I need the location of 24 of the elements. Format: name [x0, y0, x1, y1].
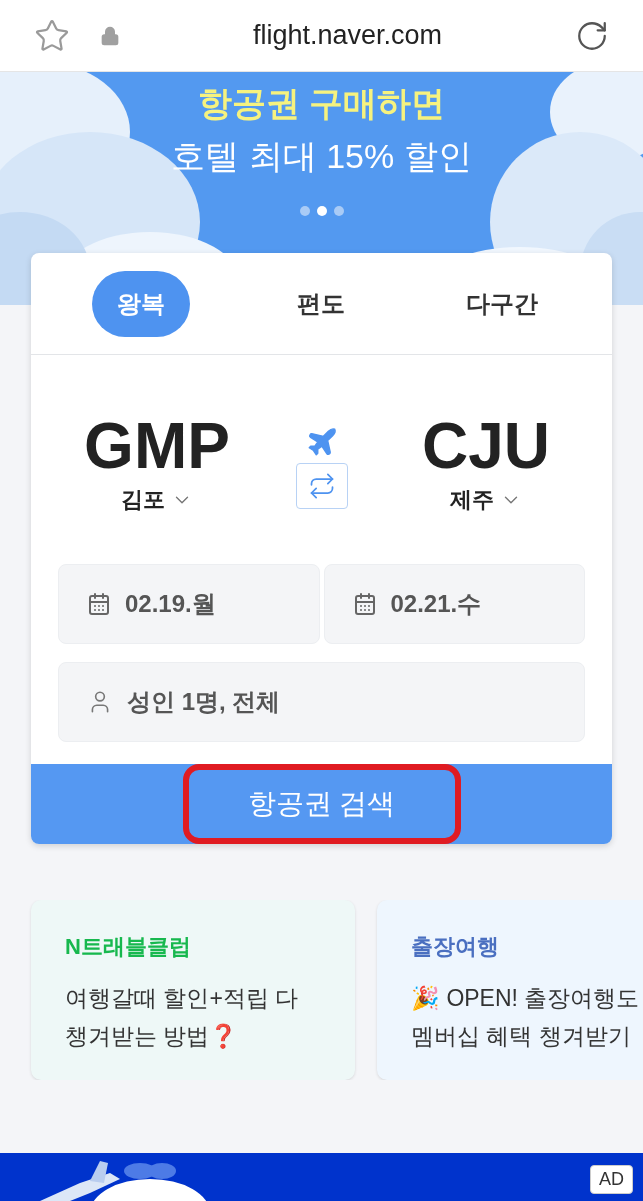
airport-code[interactable]: GMP [84, 411, 230, 481]
passenger-field[interactable]: 성인 1명, 전체 [58, 662, 585, 742]
lock-icon [100, 25, 120, 46]
promo-title: 출장여행 [411, 933, 500, 961]
swap-button[interactable] [295, 463, 348, 509]
trip-type-tab[interactable]: 편도 [272, 270, 371, 337]
trip-type-tab[interactable]: 다구간 [452, 270, 551, 337]
promo-text: 🎉 OPEN! 출장여행도 멤버십 혜택 챙겨받기 [411, 984, 641, 1051]
date-field[interactable]: 02.19.월 [58, 564, 320, 644]
banner-subline: 호텔 최대 15% 할인 [171, 136, 472, 177]
city-selector[interactable]: 김포 [121, 483, 193, 516]
calendar-icon [352, 592, 377, 616]
date-field[interactable]: 02.21.수 [323, 564, 585, 644]
url-text[interactable]: flight.naver.com [252, 15, 443, 56]
ad-badge: AD [590, 1165, 633, 1194]
calendar-icon [87, 592, 111, 616]
banner-headline: 항공권 구매하면 [197, 83, 446, 124]
bookmark-star-icon[interactable] [34, 17, 70, 54]
airport-code[interactable]: CJU [422, 411, 550, 481]
promo-text: 여행갈때 할인+적립 다 챙겨받는 방법❓ [65, 984, 300, 1051]
promo-card[interactable]: 출장여행 🎉 OPEN! 출장여행도 멤버십 혜택 챙겨받기 [377, 900, 643, 1080]
city-selector[interactable]: 제주 [450, 483, 522, 516]
promo-card[interactable]: N트래블클럽 여행갈때 할인+적립 다 챙겨받는 방법❓ [31, 900, 355, 1080]
promo-title: N트래블클럽 [65, 933, 192, 961]
